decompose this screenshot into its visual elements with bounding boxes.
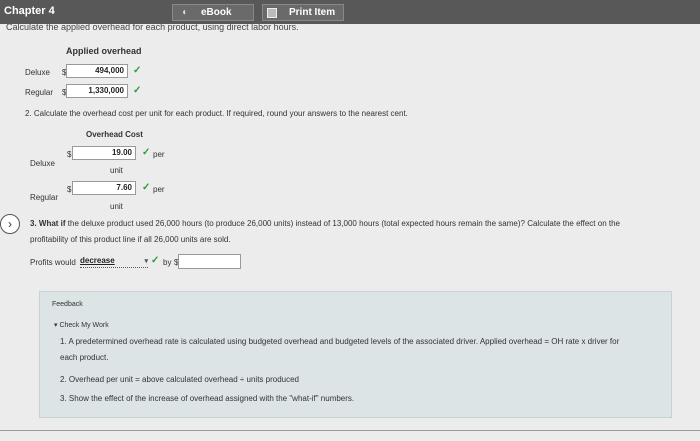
applied-overhead-heading: Applied overhead bbox=[66, 46, 142, 56]
row-label-deluxe: Deluxe bbox=[25, 68, 50, 77]
divider bbox=[0, 430, 700, 431]
cut-off-instruction: Calculate the applied overhead for each … bbox=[6, 24, 299, 32]
row-label-regular: Regular bbox=[30, 193, 59, 202]
print-item-button[interactable]: Print Item bbox=[262, 4, 344, 21]
applied-overhead-deluxe-input[interactable]: 494,000 bbox=[66, 64, 128, 78]
profits-would-label: Profits would bbox=[30, 258, 76, 267]
currency-symbol: $ bbox=[67, 150, 72, 159]
feedback-item-2: 2. Overhead per unit = above calculated … bbox=[60, 375, 299, 384]
currency-symbol: $ bbox=[67, 185, 72, 194]
row-label-regular: Regular bbox=[25, 88, 54, 97]
profit-direction-select[interactable]: decrease ▾ bbox=[80, 256, 148, 268]
check-my-work-toggle[interactable]: ▾ Check My Work bbox=[54, 321, 109, 329]
applied-overhead-regular-input[interactable]: 1,330,000 bbox=[66, 84, 128, 98]
correct-check-icon: ✓ bbox=[151, 255, 160, 266]
feedback-item-3: 3. Show the effect of the increase of ov… bbox=[60, 394, 355, 403]
top-bar: Chapter 4 ◖ eBook Print Item bbox=[0, 0, 700, 24]
correct-check-icon: ✓ bbox=[133, 85, 142, 96]
feedback-item-1-line-2: each product. bbox=[60, 353, 109, 362]
unit-label: unit bbox=[110, 202, 123, 211]
row-label-deluxe: Deluxe bbox=[30, 159, 55, 168]
ebook-label: eBook bbox=[201, 7, 232, 18]
ebook-button[interactable]: ◖ eBook bbox=[172, 4, 254, 21]
by-label: by bbox=[163, 258, 172, 267]
feedback-item-1-line-1: 1. A predetermined overhead rate is calc… bbox=[60, 337, 620, 346]
profit-change-amount-input[interactable] bbox=[178, 254, 241, 269]
question-2-prompt: 2. Calculate the overhead cost per unit … bbox=[25, 109, 408, 118]
feedback-title: Feedback bbox=[52, 301, 83, 308]
book-icon: ◖ bbox=[180, 7, 188, 18]
overhead-per-unit-regular-input[interactable]: 7.60 bbox=[72, 181, 136, 195]
check-my-work-label: Check My Work bbox=[59, 322, 109, 329]
question-3-prompt-line-2: profitability of this product line if al… bbox=[30, 235, 231, 244]
unit-label: unit bbox=[110, 166, 123, 175]
print-icon bbox=[267, 7, 277, 18]
correct-check-icon: ✓ bbox=[142, 182, 151, 193]
question-3-prompt-line-1: 3. What if the deluxe product used 26,00… bbox=[30, 219, 620, 228]
select-value: decrease bbox=[80, 256, 115, 265]
correct-check-icon: ✓ bbox=[142, 147, 151, 158]
per-label: per bbox=[153, 185, 165, 194]
per-label: per bbox=[153, 150, 165, 159]
overhead-cost-heading: Overhead Cost bbox=[86, 130, 143, 139]
correct-check-icon: ✓ bbox=[133, 65, 142, 76]
chevron-down-icon: ▾ bbox=[144, 258, 148, 265]
chevron-right-icon: › bbox=[8, 217, 12, 231]
chapter-title: Chapter 4 bbox=[4, 5, 55, 17]
print-item-label: Print Item bbox=[289, 7, 336, 18]
question-content: Applied overhead Deluxe $ 494,000 ✓ Regu… bbox=[0, 32, 700, 441]
question-3-prompt-text: the deluxe product used 26,000 hours (to… bbox=[65, 219, 620, 228]
feedback-panel: Feedback ▾ Check My Work 1. A predetermi… bbox=[39, 291, 672, 418]
expand-arrow-button[interactable]: › bbox=[0, 214, 20, 234]
what-if-label: 3. What if bbox=[30, 219, 66, 228]
overhead-per-unit-deluxe-input[interactable]: 19.00 bbox=[72, 146, 136, 160]
